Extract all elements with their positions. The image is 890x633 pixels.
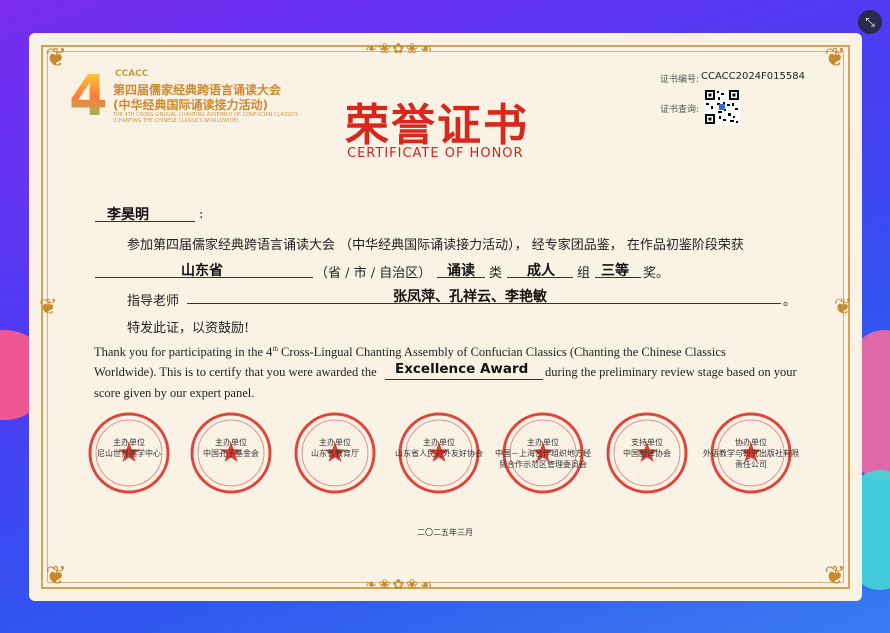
recipient-colon: : [199, 207, 204, 222]
teacher-end: 。 [783, 294, 797, 309]
seal-label: 支持单位中国翻译协会 [597, 437, 697, 459]
group-underline [507, 277, 573, 278]
teacher-underline [187, 303, 781, 304]
seal-label: 主办单位山东省人民对外友好协会 [389, 437, 489, 459]
category-underline [437, 277, 485, 278]
award-sentence: 参加第四届儒家经典跨语言诵读大会 （中华经典国际诵读接力活动）， 经专家团品鉴，… [127, 238, 744, 253]
seal-organization: 中国孔子基金会 [203, 449, 259, 458]
province-underline [95, 277, 313, 278]
event-logo-en-2: (CHANTING THE CHINESE CLASSICS WORLDWIDE… [113, 118, 239, 124]
seal-role: 主办单位 [319, 438, 351, 447]
english-line-3: score given by our expert panel. [94, 386, 255, 400]
corner-ornament-icon: ❦ [824, 561, 846, 591]
corner-ornament-icon: ❦ [824, 43, 846, 73]
corner-ornament-icon: ❦ [45, 561, 67, 591]
seal-role: 协办单位 [735, 438, 767, 447]
seal-role: 主办单位 [423, 438, 455, 447]
event-logo-brand: CCACC [115, 69, 149, 79]
bottom-ornament-icon: ❧❀✿❀☙ [365, 577, 435, 593]
close-fullscreen-button[interactable]: ⤡ [858, 10, 882, 34]
seal-label: 主办单位中国－上海合作组织地方经贸合作示范区管理委员会 [493, 437, 593, 470]
seal-organization: 外语教学与研究出版社有限责任公司 [703, 449, 799, 469]
group-suffix: 组 [577, 266, 591, 281]
award-level-suffix: 奖。 [643, 266, 670, 281]
issue-date: 二〇二五年三月 [417, 528, 473, 537]
seal-organization: 中国翻译协会 [623, 449, 671, 458]
certificate: ❦ ❦ ❦ ❦ ❧❀✿❀☙ ❧❀✿❀☙ ❦ ❦ 4 CCACC 第四届儒家经典跨… [29, 33, 862, 601]
certificate-title: 荣誉证书 [345, 100, 529, 151]
english-line-2-end: during the preliminary review stage base… [545, 365, 797, 379]
event-logo-number: 4 [69, 64, 108, 129]
closing-sentence: 特发此证，以资鼓励! [127, 321, 250, 336]
english-award-underline [385, 379, 543, 380]
seal-organization: 山东省人民对外友好协会 [395, 449, 483, 458]
close-fullscreen-icon: ⤡ [865, 14, 875, 29]
recipient-underline [95, 221, 195, 222]
teacher-label: 指导老师 [127, 294, 180, 309]
certificate-title-en: CERTIFICATE OF HONOR [347, 146, 524, 161]
seal-organization: 中国－上海合作组织地方经贸合作示范区管理委员会 [495, 449, 591, 469]
seal-role: 主办单位 [527, 438, 559, 447]
seal-organization: 尼山世界儒学中心 [97, 449, 161, 458]
top-ornament-icon: ❧❀✿❀☙ [365, 41, 435, 57]
event-logo-title-2: (中华经典国际诵读接力活动) [113, 98, 268, 112]
province-suffix: （省 / 市 / 自治区） [315, 266, 432, 281]
english-line-1: Thank you for participating in the 4th C… [94, 345, 726, 360]
seal-organization: 山东省教育厅 [311, 449, 359, 458]
seal-role: 主办单位 [215, 438, 247, 447]
english-award-value: Excellence Award [395, 361, 529, 377]
left-ornament-icon: ❦ [39, 295, 58, 320]
seal-label: 协办单位外语教学与研究出版社有限责任公司 [701, 437, 801, 470]
seal-role: 支持单位 [631, 438, 663, 447]
english-line-2-start: Worldwide). This is to certify that you … [94, 365, 377, 379]
qr-code-icon[interactable] [704, 89, 740, 125]
right-ornament-icon: ❦ [833, 295, 852, 320]
seal-role: 主办单位 [113, 438, 145, 447]
cert-number-label: 证书编号: [660, 75, 700, 85]
cert-query-label: 证书查询: [660, 105, 700, 115]
seal-label: 主办单位中国孔子基金会 [181, 437, 281, 459]
category-suffix: 类 [489, 266, 503, 281]
corner-ornament-icon: ❦ [45, 43, 67, 73]
seal-label: 主办单位尼山世界儒学中心 [79, 437, 179, 459]
cert-number: CCACC2024F015584 [701, 71, 805, 82]
award-level-underline [595, 277, 641, 278]
seal-label: 主办单位山东省教育厅 [285, 437, 385, 459]
